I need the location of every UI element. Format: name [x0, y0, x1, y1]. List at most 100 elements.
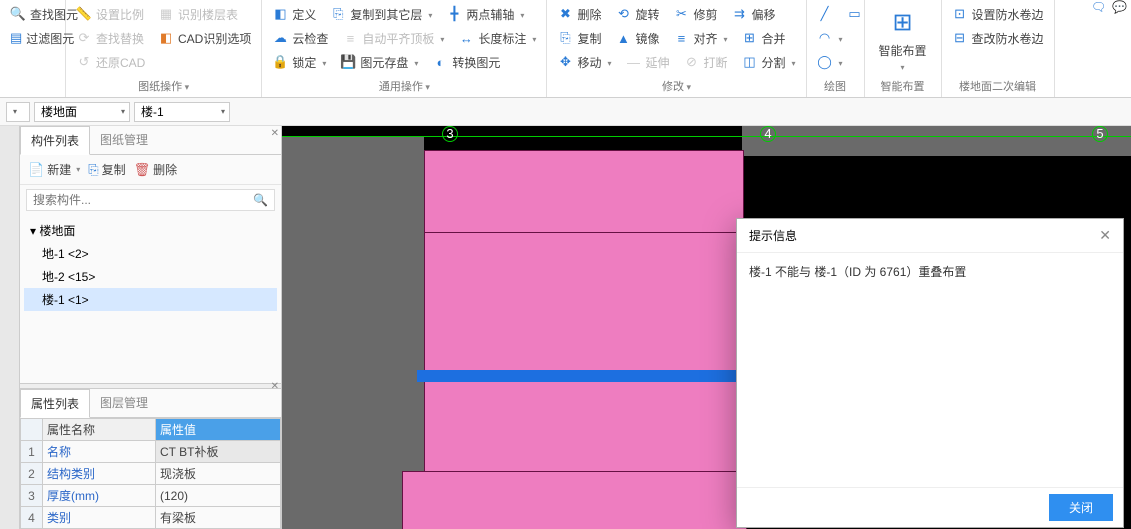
tab-layers[interactable]: 图层管理 [90, 389, 158, 417]
delete-icon: ✖ [557, 6, 573, 22]
smart-layout-icon: ⊞ [887, 6, 919, 38]
smart-layout-button[interactable]: ⊞ 智能布置 ▾ [871, 2, 935, 76]
mirror-button[interactable]: ▲镜像 [611, 26, 663, 50]
line-icon: ╱ [817, 6, 833, 22]
cloud-check-button[interactable]: ☁云检查 [268, 26, 332, 50]
rotate-icon: ⟲ [615, 6, 631, 22]
tab-attributes[interactable]: 属性列表 [20, 389, 90, 418]
set-scale-button: 📏设置比例 [72, 2, 148, 26]
tab-drawing-mgmt[interactable]: 图纸管理 [90, 126, 158, 154]
row-num: 2 [21, 463, 43, 485]
copy-component-button[interactable]: ⎘复制 [88, 161, 125, 178]
find-replace-button: ⟳查找替换 [72, 26, 148, 50]
axis-icon: ╋ [446, 6, 462, 22]
break-button: ⊘打断 [679, 50, 731, 74]
axis-marker: 5 [1092, 126, 1108, 142]
group-label-drawing-ops[interactable]: 图纸操作 [72, 76, 255, 97]
define-button[interactable]: ◧定义 [268, 2, 320, 26]
find-element-button[interactable]: 🔍查找图元 [6, 2, 59, 26]
break-icon: ⊘ [683, 54, 699, 70]
merge-icon: ⊞ [742, 30, 758, 46]
axis-marker: 4 [760, 126, 776, 142]
prop-value[interactable]: (120) [156, 485, 281, 507]
cloud-icon: ☁ [272, 30, 288, 46]
search-input[interactable] [33, 193, 253, 207]
cad-icon: ◧ [158, 30, 174, 46]
move-icon: ✥ [557, 54, 573, 70]
delete-component-button[interactable]: 🗑删除 [134, 161, 178, 178]
delete-button[interactable]: ✖删除 [553, 2, 605, 26]
mirror-icon: ▲ [615, 30, 631, 46]
save-elem-button[interactable]: 💾图元存盘 [336, 50, 422, 74]
combo-category[interactable]: 楼地面▾ [34, 102, 130, 122]
tab-component-list[interactable]: 构件列表 [20, 126, 90, 155]
splitter[interactable]: ✕ [20, 383, 281, 389]
prop-value[interactable]: CT BT补板 [156, 441, 281, 463]
combo-unknown[interactable]: ▾ [6, 102, 30, 122]
prop-value[interactable]: 现浇板 [156, 463, 281, 485]
offset-button[interactable]: ⇉偏移 [727, 2, 779, 26]
search-icon[interactable]: 🔍 [253, 193, 268, 207]
move-button[interactable]: ✥移动 [553, 50, 615, 74]
waterproof-view-icon: ⊟ [952, 30, 968, 46]
close-icon[interactable]: ✕ [271, 128, 279, 139]
identify-floor-button: ▦识别楼层表 [154, 2, 242, 26]
rotate-button[interactable]: ⟲旋转 [611, 2, 663, 26]
extend-icon: — [625, 54, 641, 70]
axis-line [282, 136, 1131, 137]
merge-button[interactable]: ⊞合并 [738, 26, 790, 50]
trim-button[interactable]: ✂修剪 [669, 2, 721, 26]
two-point-axis-button[interactable]: ╋两点辅轴 [442, 2, 528, 26]
dialog-close-icon[interactable]: ✕ [1099, 227, 1111, 244]
model-shape [742, 126, 1131, 156]
group-label-general-ops[interactable]: 通用操作 [268, 76, 540, 97]
split-button[interactable]: ◫分割 [738, 50, 800, 74]
draw-line-button[interactable]: ╱ [813, 2, 837, 26]
group-label-modify[interactable]: 修改 [553, 76, 799, 97]
dim-icon: ↔ [458, 30, 474, 46]
draw-circle-button[interactable]: ◯ [813, 50, 847, 74]
slab-element[interactable] [424, 150, 744, 495]
tree-root[interactable]: ▾ 楼地面 [24, 219, 277, 242]
tree-item-selected[interactable]: 楼-1 <1> [24, 288, 277, 311]
draw-rect-button[interactable]: ▭ [843, 2, 867, 26]
filter-element-button[interactable]: ▤过滤图元 [6, 26, 59, 50]
row-num: 1 [21, 441, 43, 463]
length-annot-button[interactable]: ↔长度标注 [454, 26, 540, 50]
close-icon[interactable]: ✕ [271, 381, 279, 392]
chat-icon[interactable]: 💬 [1112, 0, 1127, 14]
voice-icon[interactable]: 🗨 [1091, 0, 1106, 14]
prop-name[interactable]: 结构类别 [43, 463, 156, 485]
prop-name[interactable]: 厚度(mm) [43, 485, 156, 507]
context-selectors: ▾ 楼地面▾ 楼-1▾ [0, 98, 1131, 126]
ruler-icon: 📏 [76, 6, 92, 22]
auto-level-button: ≡自动平齐顶板 [338, 26, 448, 50]
beam-element[interactable] [417, 370, 747, 382]
new-icon: 📄 [28, 162, 44, 178]
prop-name[interactable]: 名称 [43, 441, 156, 463]
header-name[interactable]: 属性名称 [43, 419, 156, 441]
collapsed-panel-left[interactable] [0, 126, 20, 529]
copy-button[interactable]: ⎘复制 [553, 26, 605, 50]
set-waterproof-button[interactable]: ⊡设置防水卷边 [948, 2, 1048, 26]
combo-floor[interactable]: 楼-1▾ [134, 102, 230, 122]
row-num: 4 [21, 507, 43, 529]
tree-item[interactable]: 地-1 <2> [24, 242, 277, 265]
dialog-title: 提示信息 [749, 227, 797, 244]
offset-icon: ⇉ [731, 6, 747, 22]
draw-arc-button[interactable]: ◠ [813, 26, 847, 50]
convert-elem-button[interactable]: ◐转换图元 [428, 50, 504, 74]
align-button[interactable]: ≡对齐 [669, 26, 731, 50]
slab-element[interactable] [402, 471, 747, 529]
cad-identify-button[interactable]: ◧CAD识别选项 [154, 26, 255, 50]
prop-value[interactable]: 有梁板 [156, 507, 281, 529]
left-panel: ✕ 构件列表 图纸管理 📄新建▾ ⎘复制 🗑删除 🔍 ▾ 楼地面 地-1 <2>… [20, 126, 282, 529]
header-value[interactable]: 属性值 [156, 419, 281, 441]
new-component-button[interactable]: 📄新建▾ [28, 161, 80, 178]
tree-item[interactable]: 地-2 <15> [24, 265, 277, 288]
view-waterproof-button[interactable]: ⊟查改防水卷边 [948, 26, 1048, 50]
dialog-close-button[interactable]: 关闭 [1049, 494, 1113, 521]
copy-to-floor-button[interactable]: ⎘复制到其它层 [326, 2, 436, 26]
lock-button[interactable]: 🔒锁定 [268, 50, 330, 74]
prop-name[interactable]: 类别 [43, 507, 156, 529]
